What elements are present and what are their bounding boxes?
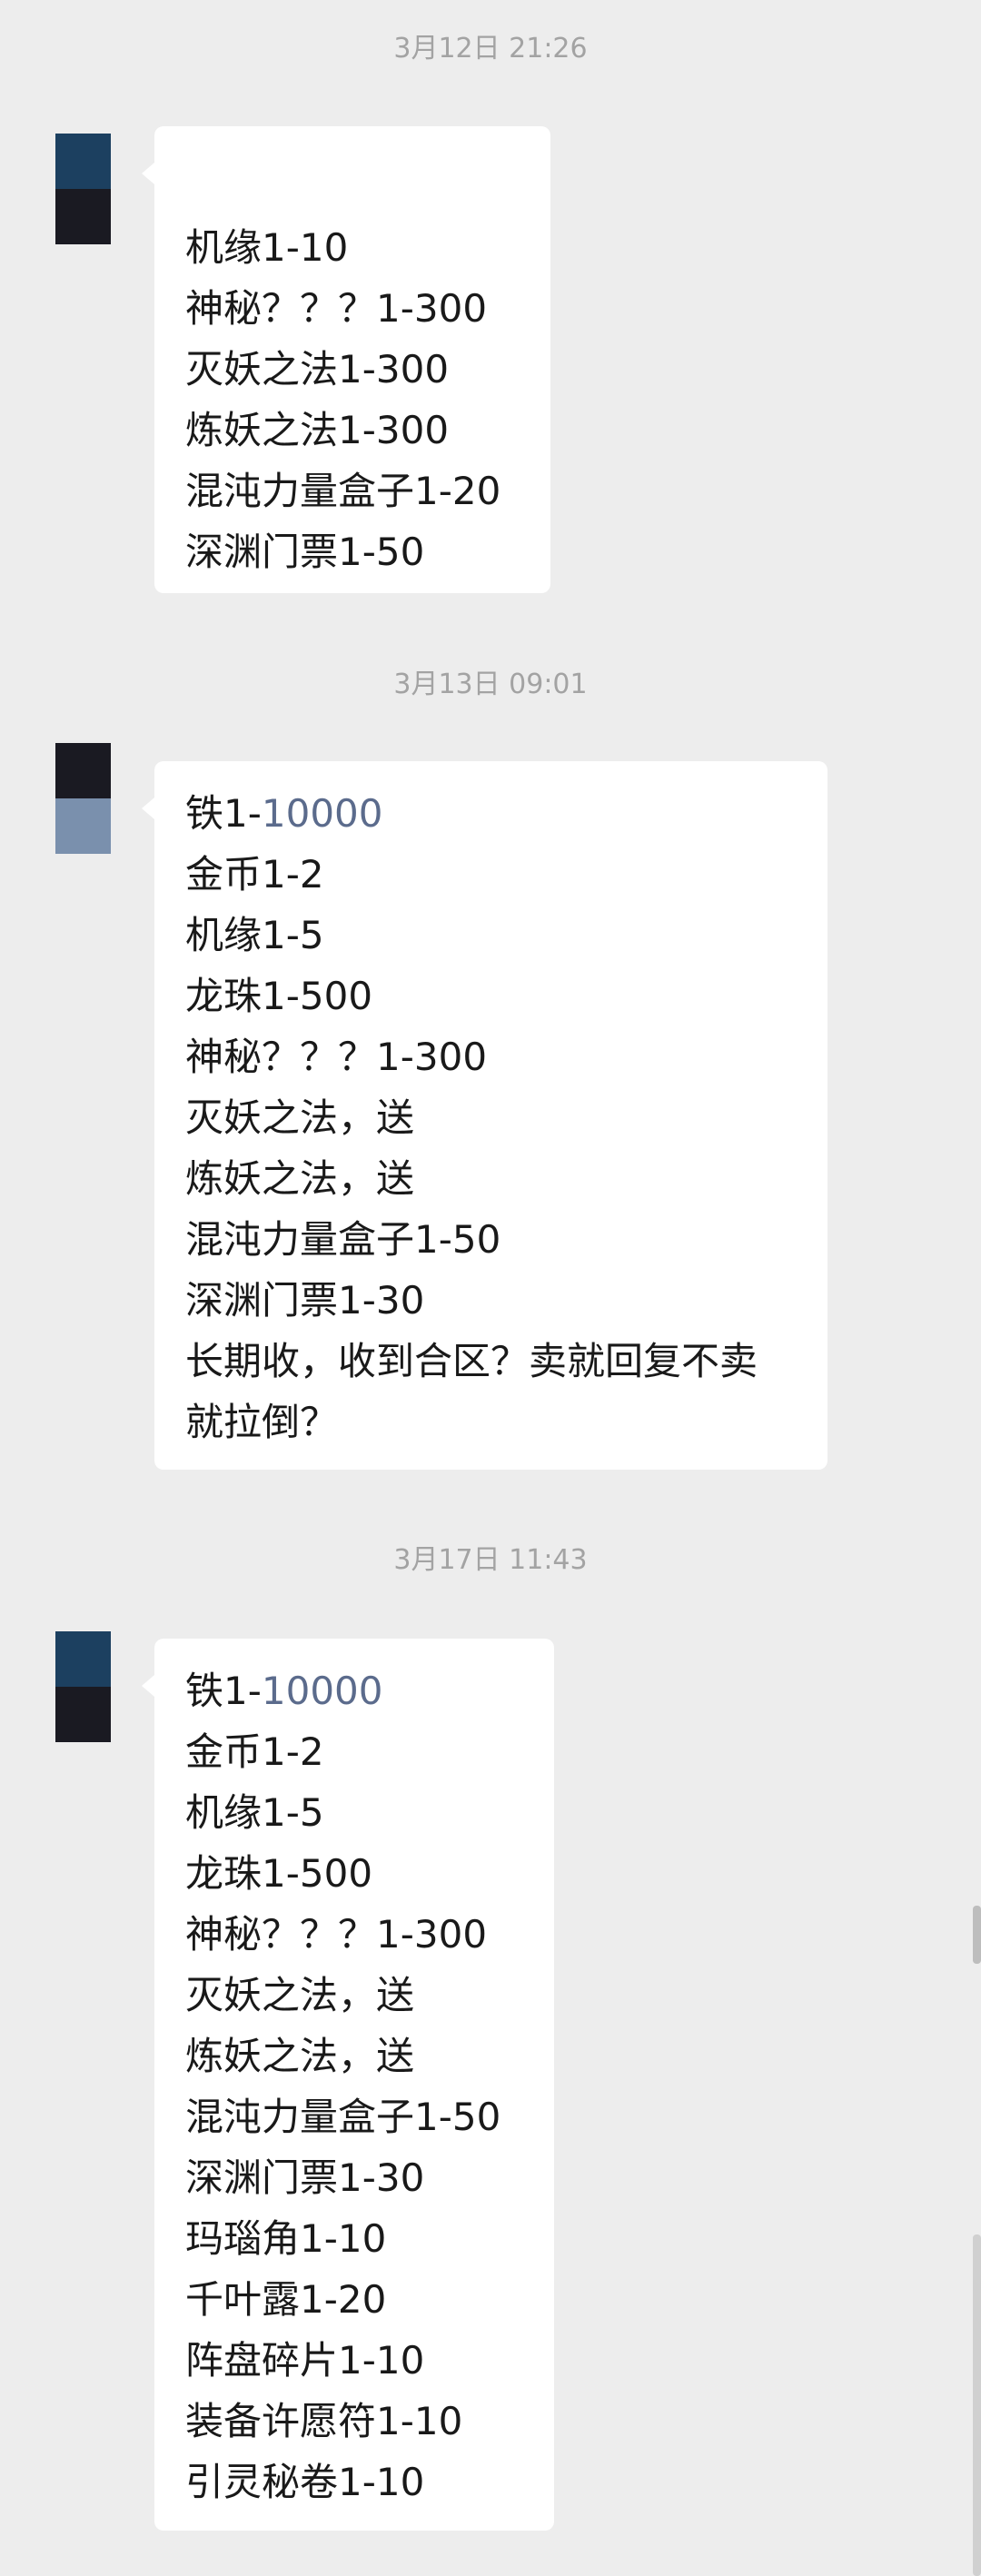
- message-line: 混沌力量盒子1-20: [185, 469, 501, 513]
- message-line: 深渊门票1-50: [185, 530, 425, 574]
- message-line: 神秘？？？1-300: [185, 1912, 488, 1957]
- scrollbar-thumb[interactable]: [973, 1906, 981, 1964]
- message-line: 炼妖之法1-300: [185, 408, 450, 452]
- message-line: 深渊门票1-30: [185, 1278, 425, 1323]
- message-bubble[interactable]: 铁1-10000 金币1-2 机缘1-5 龙珠1-500 神秘？？？1-300 …: [142, 761, 827, 1470]
- message-line: 混沌力量盒子1-50: [185, 1217, 501, 1262]
- message-line: 龙珠1-500: [185, 1851, 373, 1896]
- avatar-top-segment: [55, 134, 111, 189]
- message-line: 龙珠1-500: [185, 974, 373, 1018]
- timestamp: 3月17日 11:43: [393, 1544, 588, 1576]
- phone-number-link[interactable]: 10000: [262, 791, 383, 836]
- message-line: 就拉倒？: [185, 1400, 339, 1444]
- message-line: 玛瑙角1-10: [185, 2216, 387, 2261]
- message-line: 千叶露1-20: [185, 2277, 387, 2322]
- avatar-bottom-segment: [55, 798, 111, 854]
- message-text: 铁1-: [185, 1669, 262, 1713]
- message-line: 机缘1-5: [185, 913, 324, 957]
- scrollbar-track-indicator[interactable]: [973, 2234, 981, 2576]
- message-line: 引灵秘卷1-10: [185, 2460, 425, 2504]
- timestamp: 3月13日 09:01: [393, 669, 588, 700]
- phone-number-link[interactable]: 10000: [262, 1669, 383, 1713]
- message-bubble[interactable]: 机缘1-10 神秘？？？1-300 灭妖之法1-300 炼妖之法1-300 混沌…: [142, 126, 550, 593]
- message-line: 灭妖之法，送: [185, 1095, 415, 1140]
- message-line: 装备许愿符1-10: [185, 2399, 463, 2443]
- message-line: 铁1-10000: [185, 783, 806, 844]
- avatar[interactable]: [55, 1631, 111, 1742]
- avatar[interactable]: [55, 743, 111, 854]
- message-line: 机缘1-10: [185, 225, 349, 270]
- message-line: 炼妖之法，送: [185, 1156, 415, 1201]
- message-line: 金币1-2: [185, 852, 324, 897]
- avatar-top-segment: [55, 1631, 111, 1687]
- avatar-bottom-segment: [55, 189, 111, 244]
- message-line: 神秘？？？1-300: [185, 1035, 488, 1079]
- message-line: 铁1-10000: [185, 1660, 532, 1721]
- avatar-top-segment: [55, 743, 111, 798]
- message-line: 灭妖之法，送: [185, 1973, 415, 2017]
- avatar-bottom-segment: [55, 1687, 111, 1742]
- timestamp: 3月12日 21:26: [393, 33, 588, 64]
- message-line: 金币1-2: [185, 1729, 324, 1774]
- message-text: 铁1-: [185, 791, 262, 836]
- message-line: 神秘？？？1-300: [185, 286, 488, 331]
- avatar[interactable]: [55, 134, 111, 244]
- message-line: 灭妖之法1-300: [185, 347, 450, 391]
- message-bubble[interactable]: 铁1-10000 金币1-2 机缘1-5 龙珠1-500 神秘？？？1-300 …: [142, 1639, 554, 2531]
- message-line: 深渊门票1-30: [185, 2155, 425, 2200]
- message-line: 炼妖之法，送: [185, 2034, 415, 2078]
- message-line: 长期收，收到合区？卖就回复不卖: [185, 1339, 758, 1383]
- message-line: 机缘1-5: [185, 1790, 324, 1835]
- message-line: 阵盘碎片1-10: [185, 2338, 425, 2383]
- message-line: 混沌力量盒子1-50: [185, 2095, 501, 2139]
